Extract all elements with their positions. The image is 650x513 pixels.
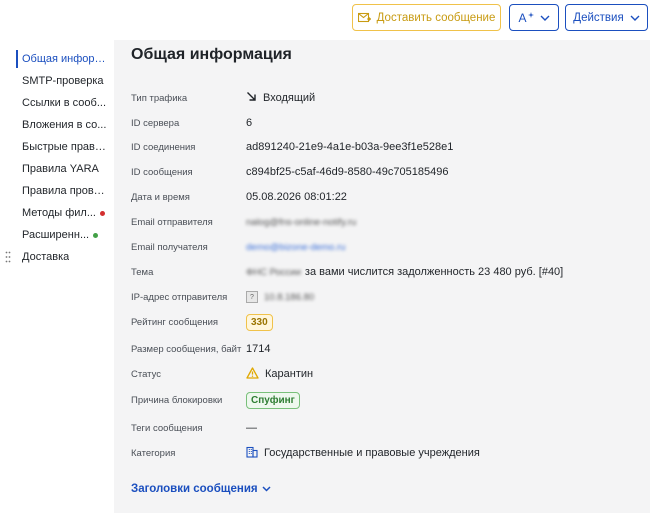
field-label: Дата и время	[131, 191, 190, 203]
field-label: Теги сообщения	[131, 422, 203, 434]
field-status: Статус Карантин	[131, 364, 641, 384]
field-value[interactable]: c894bf25-c5af-46d9-8580-49c705185496	[246, 166, 448, 178]
field-block-reason: Причина блокировки Спуфинг	[131, 390, 641, 410]
field-label: ID сервера	[131, 117, 180, 129]
field-server-id: ID сервера 6	[131, 113, 641, 133]
sidebar-item-filter-methods[interactable]: Методы фил...	[0, 202, 112, 224]
sidebar-item-yara-rules[interactable]: Правила YARA	[0, 158, 112, 180]
chevron-down-icon	[262, 483, 271, 495]
field-subject: Тема ФНС России за вами числится задолже…	[131, 262, 641, 282]
sidebar-item-extended[interactable]: Расширенн...	[0, 224, 112, 246]
status-dot-green	[93, 232, 99, 238]
field-label: Тип трафика	[131, 92, 188, 104]
field-label: Тема	[131, 266, 154, 278]
general-info-panel: Общая информация Тип трафика Входящий ID…	[114, 40, 650, 513]
sidebar-item-check-rules[interactable]: Правила прове...	[0, 180, 112, 202]
chevron-down-icon	[630, 15, 640, 21]
sidebar-item-attachments[interactable]: Вложения в со...	[0, 114, 112, 136]
field-category: Категория Государственные и правовые учр…	[131, 443, 641, 463]
deliver-message-button[interactable]: Доставить сообщение	[352, 4, 501, 31]
field-value: 1714	[246, 343, 271, 355]
toolbar: Доставить сообщение A Действия	[0, 0, 650, 40]
sidebar-item-label: Методы фил...	[22, 207, 96, 219]
field-connection-id: ID соединения ad891240-21e9-4a1e-b03a-9e…	[131, 137, 641, 157]
field-value: nalog@fns-online-notify.ru	[246, 216, 357, 228]
field-recipient-email: Email получателя demo@bizone-demo.ru	[131, 237, 641, 257]
field-value[interactable]: ad891240-21e9-4a1e-b03a-9ee3f1e528e1	[246, 141, 453, 153]
field-datetime: Дата и время 05.08.2026 08:01:22	[131, 187, 641, 207]
drag-handle-icon[interactable]	[5, 251, 11, 263]
ai-sparkle-icon: A	[518, 10, 534, 25]
field-label: Категория	[131, 447, 176, 459]
field-message-id: ID сообщения c894bf25-c5af-46d9-8580-49c…	[131, 162, 641, 182]
sidebar-item-quick-rules[interactable]: Быстрые прави...	[0, 136, 112, 158]
message-headers-label: Заголовки сообщения	[131, 483, 258, 495]
field-value: Входящий	[263, 92, 316, 104]
sidebar-item-links[interactable]: Ссылки в сооб...	[0, 92, 112, 114]
page-title: Общая информация	[131, 46, 292, 63]
field-rating: Рейтинг сообщения 330	[131, 312, 641, 332]
field-label: Размер сообщения, байт	[131, 343, 242, 355]
sidebar-item-label: Доставка	[22, 251, 70, 263]
building-icon	[246, 446, 258, 461]
sidebar-item-label: Быстрые прави...	[22, 141, 108, 153]
chevron-down-icon	[540, 15, 550, 21]
sidebar-item-smtp-check[interactable]: SMTP-проверка	[0, 70, 112, 92]
field-value: 05.08.2026 08:01:22	[246, 191, 347, 203]
sidebar-item-label: Ссылки в сооб...	[22, 97, 107, 109]
sidebar-item-general-info[interactable]: Общая информ...	[0, 48, 112, 70]
arrow-down-right-icon	[246, 91, 257, 105]
field-sender-email: Email отправителя nalog@fns-online-notif…	[131, 212, 641, 232]
sidebar-item-label: SMTP-проверка	[22, 75, 104, 87]
field-label: ID соединения	[131, 141, 196, 153]
envelope-arrow-icon	[357, 12, 371, 23]
field-label: IP-адрес отправителя	[131, 291, 228, 303]
field-label: Статус	[131, 368, 162, 380]
ai-label: A	[518, 10, 527, 25]
rating-badge: 330	[246, 313, 273, 331]
sidebar-item-delivery[interactable]: Доставка	[0, 246, 112, 268]
sidebar-item-label: Правила YARA	[22, 163, 99, 175]
field-value: 6	[246, 117, 253, 129]
field-value: —	[246, 422, 257, 434]
field-label: Email получателя	[131, 241, 208, 253]
field-label: ID сообщения	[131, 166, 193, 178]
message-headers-toggle[interactable]: Заголовки сообщения	[131, 483, 271, 495]
field-value: 10.8.186.80	[264, 291, 315, 303]
field-value: за вами числится задолженность 23 480 ру…	[304, 266, 564, 278]
field-sender-ip: IP-адрес отправителя ? 10.8.186.80	[131, 287, 641, 307]
warning-icon	[246, 366, 259, 382]
sidebar-item-label: Вложения в со...	[22, 119, 107, 131]
sidebar-item-label: Расширенн...	[22, 229, 90, 241]
ai-menu-button[interactable]: A	[509, 4, 559, 31]
field-value: Карантин	[265, 368, 314, 380]
sidebar-item-label: Правила прове...	[22, 185, 108, 197]
actions-label: Действия	[573, 11, 624, 24]
unknown-flag-icon: ?	[246, 291, 258, 303]
status-dot-red	[100, 210, 105, 216]
deliver-message-label: Доставить сообщение	[376, 11, 496, 24]
actions-menu-button[interactable]: Действия	[565, 4, 648, 31]
sidebar-item-label: Общая информ...	[22, 53, 108, 65]
field-label: Причина блокировки	[131, 394, 223, 406]
field-tags: Теги сообщения —	[131, 418, 641, 438]
block-reason-badge: Спуфинг	[246, 391, 300, 409]
field-label: Email отправителя	[131, 216, 213, 228]
recipient-email-link[interactable]: demo@bizone-demo.ru	[246, 242, 345, 253]
section-nav: Общая информ... SMTP-проверка Ссылки в с…	[0, 48, 112, 268]
field-value: Государственные и правовые учреждения	[264, 447, 480, 459]
field-label: Рейтинг сообщения	[131, 316, 219, 328]
subject-prefix: ФНС России	[246, 266, 301, 278]
field-size: Размер сообщения, байт 1714	[131, 339, 641, 359]
field-traffic-type: Тип трафика Входящий	[131, 88, 641, 108]
